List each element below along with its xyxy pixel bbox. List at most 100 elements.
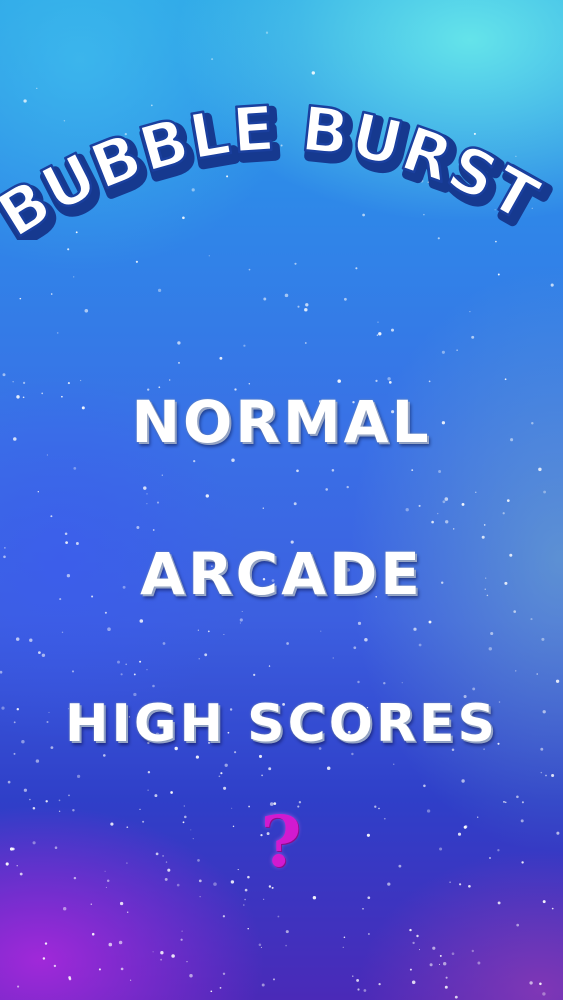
star-speck	[169, 379, 171, 381]
star-speck	[268, 665, 271, 667]
star-speck	[35, 759, 40, 763]
star-speck	[152, 529, 155, 531]
star-speck	[73, 467, 77, 470]
star-speck	[391, 328, 394, 332]
main-menu-screen: BUBBLE BURST! BUBBLE BURST! NORMAL ARCAD…	[0, 0, 563, 1000]
star-speck	[416, 934, 419, 938]
star-speck	[186, 961, 188, 963]
star-speck	[147, 789, 149, 791]
star-speck	[126, 911, 129, 913]
star-speck	[135, 260, 138, 263]
star-speck	[244, 898, 246, 901]
star-speck	[15, 637, 20, 641]
star-speck	[468, 884, 471, 888]
star-speck	[152, 684, 155, 688]
star-speck	[268, 885, 272, 888]
star-speck	[120, 673, 123, 676]
star-speck	[54, 846, 58, 849]
star-speck	[139, 619, 144, 623]
star-speck	[64, 532, 68, 535]
star-speck	[459, 883, 462, 886]
star-speck	[444, 985, 448, 989]
star-speck	[444, 497, 449, 501]
star-speck	[343, 936, 346, 939]
star-speck	[77, 774, 81, 779]
star-speck	[146, 669, 148, 671]
star-speck	[118, 940, 123, 945]
star-speck	[5, 862, 9, 866]
star-speck	[352, 975, 354, 977]
arcade-mode-button[interactable]: ARCADE	[0, 540, 563, 608]
star-speck	[244, 888, 248, 892]
star-speck	[439, 954, 442, 957]
star-speck	[362, 908, 364, 910]
star-speck	[180, 938, 183, 941]
star-speck	[272, 978, 276, 981]
star-speck	[104, 611, 107, 614]
star-speck	[442, 500, 446, 504]
star-speck	[488, 647, 493, 651]
help-question-icon[interactable]: ?	[251, 802, 311, 882]
star-speck	[261, 774, 264, 777]
star-speck	[463, 825, 467, 829]
star-speck	[237, 869, 239, 871]
star-speck	[56, 332, 59, 334]
star-speck	[551, 773, 555, 778]
star-speck	[12, 381, 14, 383]
normal-mode-button[interactable]: NORMAL	[0, 388, 563, 456]
star-speck	[139, 808, 141, 810]
star-speck	[418, 643, 422, 647]
star-speck	[67, 382, 70, 385]
star-speck	[2, 373, 6, 377]
star-speck	[357, 988, 360, 991]
star-speck	[355, 267, 358, 270]
star-speck	[353, 646, 357, 650]
star-speck	[62, 907, 67, 911]
star-speck	[182, 821, 185, 824]
star-speck	[387, 882, 391, 886]
star-speck	[90, 903, 93, 906]
star-speck	[160, 951, 164, 955]
star-speck	[73, 276, 75, 278]
star-speck	[197, 859, 200, 862]
star-speck	[19, 297, 22, 300]
star-speck	[253, 673, 256, 677]
star-speck	[224, 763, 228, 767]
star-speck	[9, 847, 14, 851]
star-speck	[164, 877, 168, 881]
star-speck	[516, 923, 520, 927]
star-speck	[50, 293, 53, 295]
star-speck	[125, 663, 127, 666]
star-speck	[452, 528, 455, 530]
star-speck	[477, 961, 481, 965]
star-speck	[443, 962, 447, 966]
star-speck	[117, 660, 120, 664]
star-speck	[231, 807, 233, 809]
star-speck	[120, 967, 124, 971]
high-scores-button[interactable]: HIGH SCORES	[0, 694, 563, 754]
star-speck	[133, 673, 136, 676]
star-speck	[418, 949, 421, 951]
star-speck	[428, 380, 431, 383]
star-speck	[193, 459, 196, 463]
star-speck	[387, 377, 391, 381]
star-speck	[248, 805, 251, 808]
star-speck	[483, 524, 486, 526]
star-speck	[401, 682, 403, 684]
star-speck	[98, 968, 101, 971]
star-speck	[147, 770, 151, 774]
star-speck	[146, 493, 148, 495]
star-speck	[451, 952, 455, 956]
star-speck	[497, 849, 500, 852]
star-speck	[19, 872, 23, 876]
star-speck	[285, 944, 287, 947]
star-speck	[247, 927, 249, 930]
star-speck	[155, 852, 159, 856]
star-speck	[437, 512, 439, 515]
star-speck	[171, 954, 175, 958]
star-speck	[58, 799, 61, 802]
star-speck	[388, 381, 392, 384]
star-speck	[152, 951, 154, 953]
star-speck	[58, 810, 61, 812]
star-speck	[464, 825, 468, 829]
